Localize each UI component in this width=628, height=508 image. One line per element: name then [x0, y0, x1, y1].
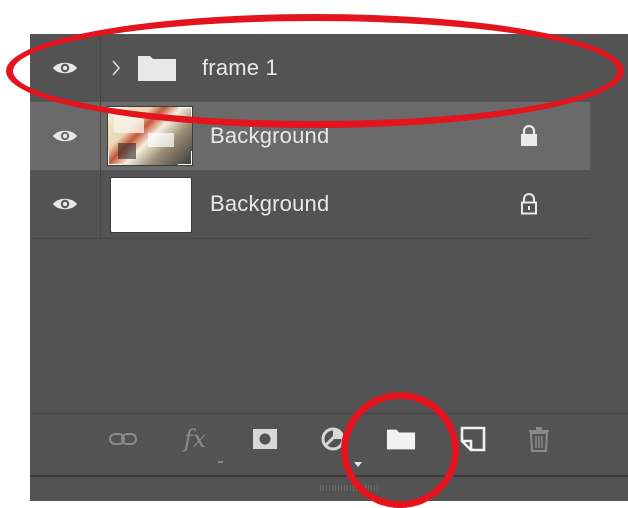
- layer-name: frame 1: [202, 55, 278, 80]
- new-layer-icon: [460, 426, 486, 452]
- folder-icon: [138, 56, 176, 81]
- fx-dropdown-tick: [218, 461, 223, 463]
- adjustment-icon: [321, 427, 345, 451]
- eye-icon: [53, 130, 77, 142]
- fx-button[interactable]: fx: [180, 425, 210, 453]
- layer-name: Background: [210, 123, 330, 148]
- lock-icon: [521, 125, 537, 146]
- layer-row-background-image[interactable]: Background: [30, 102, 590, 171]
- panel-divider: [30, 475, 628, 477]
- new-layer-button[interactable]: [458, 426, 488, 452]
- layers-panel: frame 1 Background Background fx: [30, 34, 628, 501]
- layer-thumbnail[interactable]: [110, 177, 192, 233]
- add-mask-button[interactable]: [250, 426, 280, 452]
- layer-row-group[interactable]: frame 1: [30, 34, 590, 103]
- layer-thumbnail[interactable]: [107, 106, 193, 166]
- link-layers-button[interactable]: [108, 426, 138, 452]
- chevron-right-icon[interactable]: [110, 58, 122, 78]
- eye-icon: [53, 62, 77, 74]
- lock-toggle[interactable]: [520, 102, 538, 170]
- visibility-toggle[interactable]: [30, 170, 101, 238]
- trash-icon: [529, 427, 549, 452]
- eye-icon: [53, 198, 77, 210]
- resize-grip[interactable]: [320, 485, 380, 491]
- visibility-toggle[interactable]: [30, 34, 101, 102]
- fx-icon: fx: [183, 425, 207, 453]
- mask-icon: [253, 429, 277, 449]
- lock-outline-icon: [521, 193, 537, 215]
- lock-toggle[interactable]: [520, 170, 538, 238]
- link-icon: [109, 433, 137, 445]
- layer-row-background-fill[interactable]: Background: [30, 170, 590, 239]
- new-group-button[interactable]: [386, 426, 416, 452]
- thumbnail-image: [107, 106, 193, 166]
- adjustment-dropdown-caret: [354, 462, 362, 467]
- delete-layer-button[interactable]: [524, 426, 554, 452]
- visibility-toggle[interactable]: [30, 102, 101, 170]
- adjustment-layer-button[interactable]: [318, 426, 348, 452]
- new-group-folder-icon: [386, 429, 416, 450]
- layer-name: Background: [210, 191, 330, 216]
